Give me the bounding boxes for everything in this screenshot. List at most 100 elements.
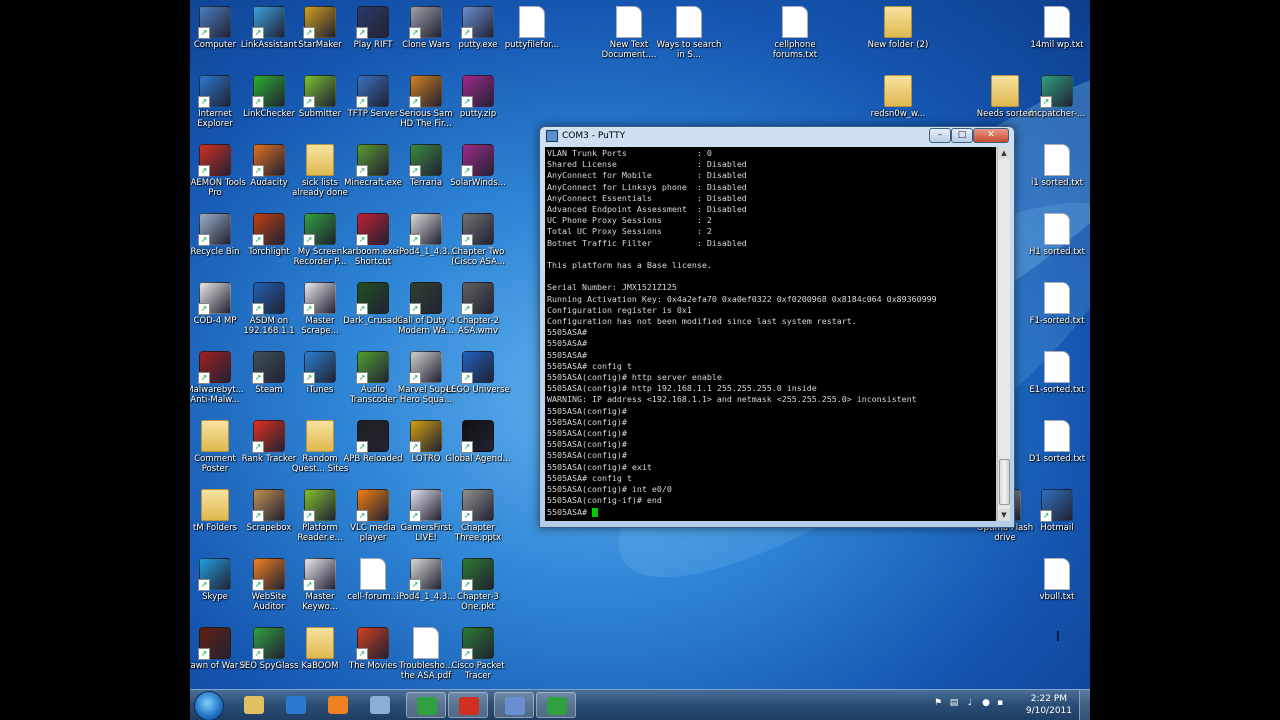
- taskbar-button-active-app-2[interactable]: [448, 692, 488, 718]
- desktop-icon-label: LEGO Universe: [446, 385, 510, 395]
- putty-window[interactable]: COM3 - PuTTY – □ ✕ VLAN Trunk Ports : 0 …: [539, 126, 1060, 645]
- scrollbar[interactable]: ▲ ▼: [997, 147, 1010, 521]
- desktop-icon[interactable]: redsn0w_w...: [865, 75, 931, 119]
- shortcut-arrow-icon: ↗: [252, 96, 264, 108]
- scroll-down-arrow-icon[interactable]: ▼: [998, 509, 1010, 521]
- taskbar-button-media-player[interactable]: [318, 692, 358, 718]
- shortcut-arrow-icon: ↗: [356, 96, 368, 108]
- application-icon: ↗: [252, 75, 285, 108]
- scrollbar-thumb[interactable]: [999, 459, 1010, 505]
- desktop-icon-label: vbull.txt: [1039, 592, 1075, 602]
- document-icon: [1044, 420, 1070, 452]
- desktop-icon[interactable]: ↗ SolarWinds...: [445, 144, 511, 188]
- minimize-button[interactable]: –: [929, 128, 951, 143]
- desktop-icon[interactable]: D1 sorted.txt: [1024, 420, 1090, 464]
- folder-icon: [991, 75, 1019, 107]
- shortcut-arrow-icon: ↗: [303, 27, 315, 39]
- application-icon: ↗: [461, 6, 494, 39]
- desktop-icon-label: E1-sorted.txt: [1029, 385, 1085, 395]
- flag-icon[interactable]: ⚑: [933, 698, 943, 708]
- application-icon: ↗: [198, 627, 231, 660]
- application-icon: ↗: [409, 558, 442, 591]
- clock[interactable]: 2:22 PM 9/10/2011: [1026, 693, 1072, 717]
- application-icon: ↗: [356, 489, 389, 522]
- notes-icon: [370, 696, 390, 714]
- desktop-icon[interactable]: ↗ Global Agend...: [445, 420, 511, 464]
- shortcut-arrow-icon: ↗: [198, 648, 210, 660]
- desktop-icon[interactable]: E1-sorted.txt: [1024, 351, 1090, 395]
- desktop-icon[interactable]: ↗ Chapter Three.pptx: [445, 489, 511, 543]
- network-icon[interactable]: ▤: [949, 698, 959, 708]
- shortcut-arrow-icon: ↗: [409, 441, 421, 453]
- application-icon: ↗: [303, 6, 336, 39]
- folder-icon: [306, 144, 334, 176]
- desktop-icon[interactable]: ↗ LEGO Universe: [445, 351, 511, 395]
- shortcut-arrow-icon: ↗: [1040, 96, 1052, 108]
- desktop-icon-label: F1-sorted.txt: [1029, 316, 1085, 326]
- show-desktop-button[interactable]: [1079, 690, 1090, 720]
- desktop-icon[interactable]: New Text Document....: [596, 6, 662, 60]
- desktop-icon[interactable]: ↗ Chapter Two (Cisco ASA...: [445, 213, 511, 267]
- shortcut-arrow-icon: ↗: [461, 303, 473, 315]
- application-icon: ↗: [198, 75, 231, 108]
- shortcut-arrow-icon: ↗: [461, 234, 473, 246]
- shortcut-arrow-icon: ↗: [303, 579, 315, 591]
- taskbar-button-putty[interactable]: [494, 692, 534, 718]
- terminal[interactable]: VLAN Trunk Ports : 0 Shared License : Di…: [545, 147, 996, 521]
- document-icon: [413, 627, 439, 659]
- tray-icon[interactable]: ▪: [995, 698, 1005, 708]
- desktop-icon-label: putty.zip: [459, 109, 497, 119]
- shortcut-arrow-icon: ↗: [461, 27, 473, 39]
- desktop-icon[interactable]: ↗ Chapter-3 One.pkt: [445, 558, 511, 612]
- usb-icon[interactable]: ●: [981, 698, 991, 708]
- application-icon: ↗: [409, 489, 442, 522]
- desktop-icon[interactable]: cellphone forums.txt: [762, 6, 828, 60]
- document-icon: [782, 6, 808, 38]
- shortcut-arrow-icon: ↗: [303, 234, 315, 246]
- desktop-icon[interactable]: F1-sorted.txt: [1024, 282, 1090, 326]
- shortcut-arrow-icon: ↗: [252, 510, 264, 522]
- shortcut-arrow-icon: ↗: [198, 579, 210, 591]
- shortcut-arrow-icon: ↗: [356, 165, 368, 177]
- desktop-icon[interactable]: 14mil wp.txt: [1024, 6, 1090, 50]
- desktop-icon[interactable]: Ways to search in S...: [656, 6, 722, 60]
- taskbar-button-internet-explorer[interactable]: [276, 692, 316, 718]
- terminal-cursor: [591, 507, 598, 517]
- shortcut-arrow-icon: ↗: [409, 96, 421, 108]
- close-button[interactable]: ✕: [973, 128, 1009, 143]
- taskbar-button-active-app-1[interactable]: [406, 692, 446, 718]
- shortcut-arrow-icon: ↗: [198, 234, 210, 246]
- document-icon: [519, 6, 545, 38]
- taskbar-button-notes[interactable]: [360, 692, 400, 718]
- application-icon: ↗: [198, 282, 231, 315]
- shortcut-arrow-icon: ↗: [303, 303, 315, 315]
- maximize-button[interactable]: □: [951, 128, 973, 143]
- folder-icon: [306, 420, 334, 452]
- desktop-icon-label: New folder (2): [867, 40, 929, 50]
- application-icon: ↗: [198, 558, 231, 591]
- desktop-icon[interactable]: ↗ Hotmail: [1024, 489, 1090, 533]
- application-icon: ↗: [409, 6, 442, 39]
- desktop-icon[interactable]: puttyfilefor...: [499, 6, 565, 50]
- shortcut-arrow-icon: ↗: [252, 27, 264, 39]
- application-icon: ↗: [303, 489, 336, 522]
- shortcut-arrow-icon: ↗: [409, 27, 421, 39]
- desktop-icon[interactable]: New folder (2): [865, 6, 931, 50]
- taskbar-button-active-app-3[interactable]: [536, 692, 576, 718]
- desktop-icon[interactable]: ↗ putty.zip: [445, 75, 511, 119]
- start-button[interactable]: [194, 691, 224, 720]
- desktop-icon[interactable]: ↗ Cisco Packet Tracer: [445, 627, 511, 681]
- desktop-icon[interactable]: i1 sorted.txt: [1024, 144, 1090, 188]
- taskbar-button-explorer[interactable]: [234, 692, 274, 718]
- desktop-icon[interactable]: ↗ mcpatcher-...: [1024, 75, 1090, 119]
- desktop-icon[interactable]: ↗ Chapter-2 ASA.wmv: [445, 282, 511, 336]
- application-icon: ↗: [356, 627, 389, 660]
- volume-icon[interactable]: ♩: [965, 698, 975, 708]
- desktop-icon[interactable]: vbull.txt: [1024, 558, 1090, 602]
- desktop-icon[interactable]: H1 sorted.txt: [1024, 213, 1090, 257]
- scroll-up-arrow-icon[interactable]: ▲: [998, 147, 1010, 159]
- shortcut-arrow-icon: ↗: [1040, 510, 1052, 522]
- putty-titlebar[interactable]: COM3 - PuTTY: [546, 129, 625, 143]
- application-icon: ↗: [409, 213, 442, 246]
- folder-icon: [306, 627, 334, 659]
